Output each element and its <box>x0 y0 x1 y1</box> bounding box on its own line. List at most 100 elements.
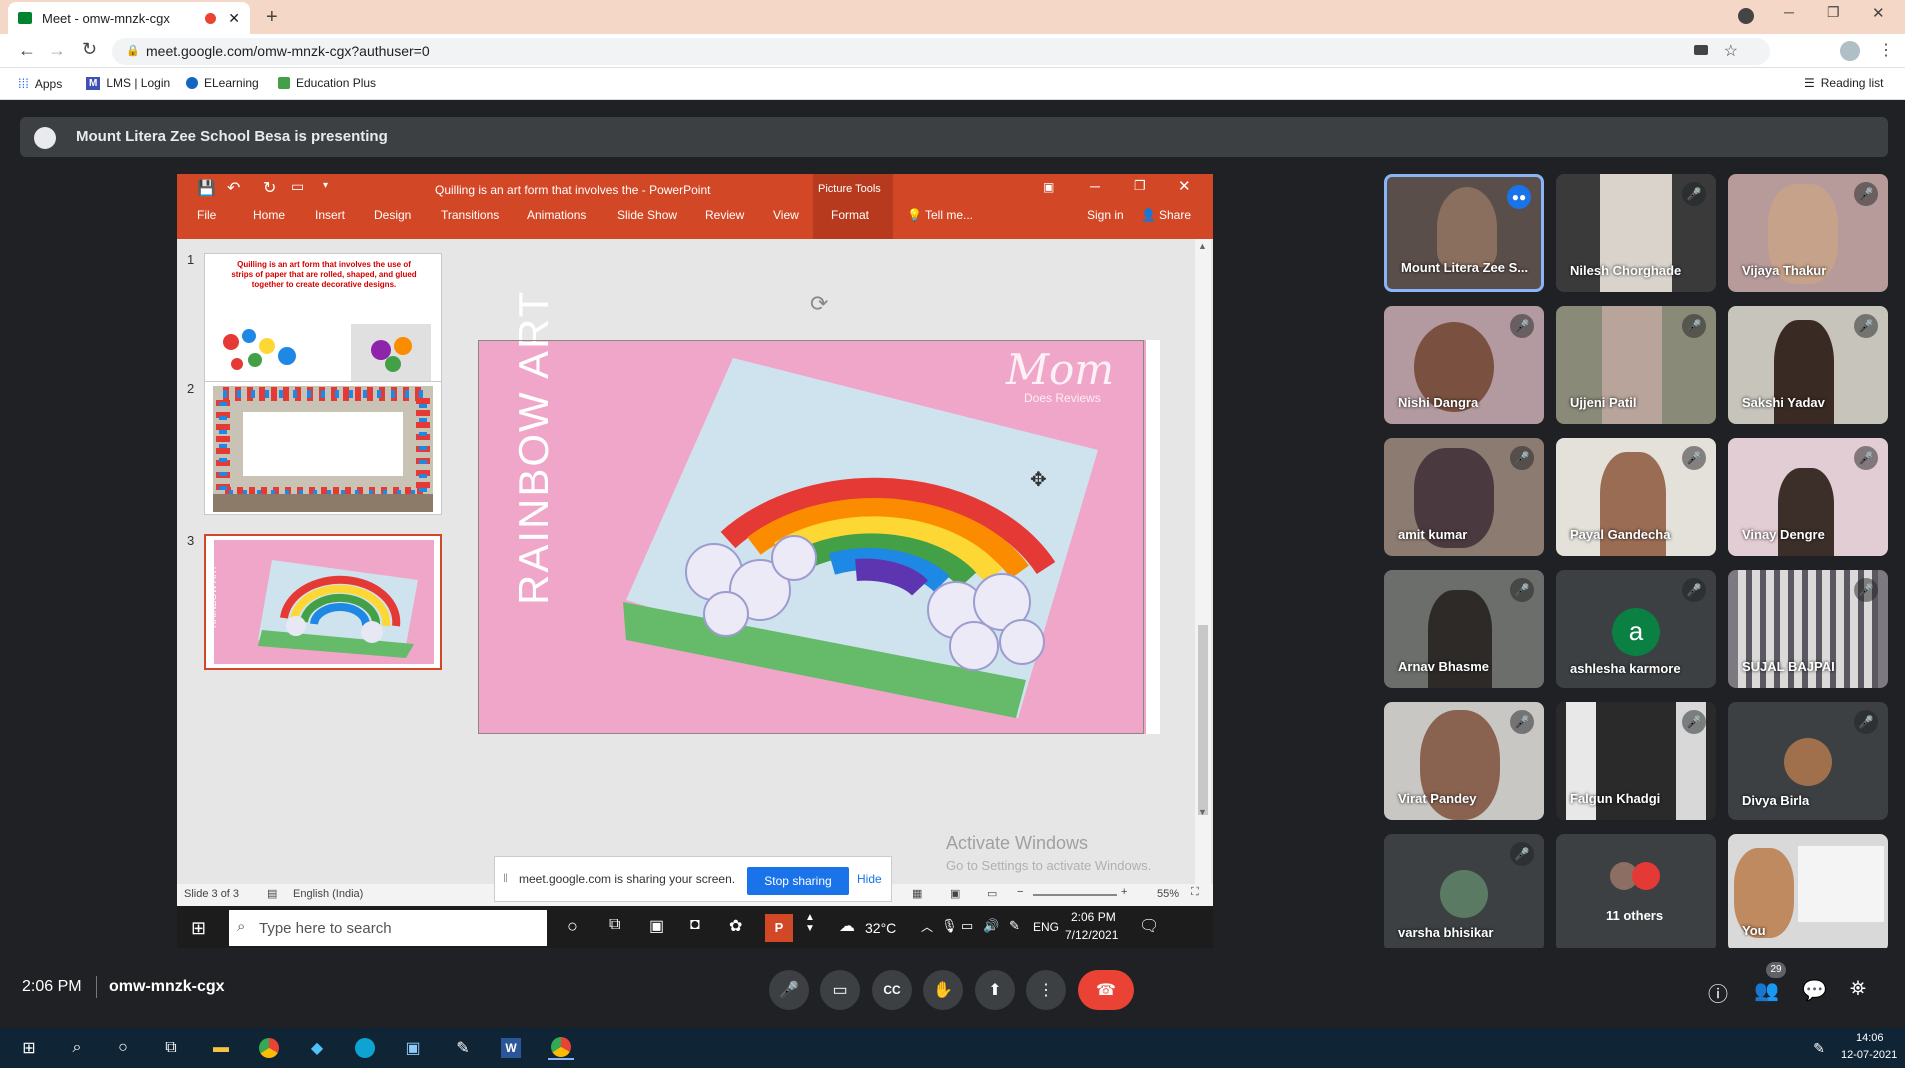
forward-icon[interactable]: → <box>48 40 66 61</box>
tab-design[interactable]: Design <box>374 208 411 222</box>
undo-icon[interactable]: ↶ <box>227 178 240 198</box>
zoom-in-icon[interactable]: + <box>1121 886 1127 898</box>
browser-tab[interactable]: Meet - omw-mnzk-cgx ✕ <box>8 2 250 34</box>
taskbar-time[interactable]: 2:06 PM <box>1071 910 1116 924</box>
camera-app-icon[interactable]: ◘ <box>690 916 700 934</box>
participant-tile[interactable]: 🎤 Nishi Dangra <box>1384 306 1544 424</box>
restore-window-button[interactable]: ❐ <box>1827 4 1840 21</box>
people-icon[interactable]: 👥 <box>1754 978 1779 1003</box>
tab-review[interactable]: Review <box>705 208 744 222</box>
participant-tile[interactable]: 🎤 Vijaya Thakur <box>1728 174 1888 292</box>
minimize-window-button[interactable]: ─ <box>1784 4 1794 20</box>
profile-avatar[interactable] <box>1840 41 1860 61</box>
tab-search-icon[interactable] <box>1738 8 1754 24</box>
notifications-icon[interactable]: 🗨 <box>1139 916 1159 936</box>
chat-icon[interactable]: 💬 <box>1802 978 1827 1003</box>
save-icon[interactable]: 💾 <box>197 179 216 197</box>
host-cortana-icon[interactable]: ○ <box>110 1036 136 1060</box>
microphone-button[interactable]: 🎤 <box>769 970 809 1010</box>
ribbon-display-icon[interactable]: ▣ <box>1043 180 1054 194</box>
tell-me-box[interactable]: Tell me... <box>925 208 973 222</box>
camera-button[interactable]: ▭ <box>820 970 860 1010</box>
stop-sharing-button[interactable]: Stop sharing <box>747 867 849 895</box>
sign-in-link[interactable]: Sign in <box>1087 208 1124 222</box>
others-tile[interactable]: 11 others <box>1556 834 1716 952</box>
cortana-icon[interactable]: ○ <box>567 916 578 937</box>
slideshow-view-icon[interactable]: ▭ <box>987 887 997 900</box>
reading-list-button[interactable]: ☰ Reading list <box>1804 76 1883 90</box>
status-language[interactable]: English (India) <box>293 888 363 900</box>
participant-tile[interactable]: 🎤 Ujjeni Patil <box>1556 306 1716 424</box>
ppt-minimize-button[interactable]: ─ <box>1090 178 1100 194</box>
zoom-slider[interactable] <box>1033 894 1117 896</box>
ppt-close-button[interactable]: ✕ <box>1178 177 1191 195</box>
meeting-details-icon[interactable]: ⓘ <box>1708 978 1728 1007</box>
host-start-icon[interactable]: ⊞ <box>16 1036 42 1060</box>
address-bar[interactable]: 🔒 meet.google.com/omw-mnzk-cgx?authuser=… <box>112 38 1770 65</box>
start-windows-icon[interactable]: ⊞ <box>191 918 206 939</box>
participant-tile[interactable]: ●● Mount Litera Zee S... <box>1384 174 1544 292</box>
powerpoint-taskbar-icon[interactable]: P <box>765 914 793 942</box>
back-icon[interactable]: ← <box>18 40 36 61</box>
tab-transitions[interactable]: Transitions <box>441 208 499 222</box>
edge-icon[interactable] <box>352 1036 378 1060</box>
tab-animations[interactable]: Animations <box>527 208 586 222</box>
app-icon-tools[interactable]: ✎ <box>450 1036 476 1060</box>
scroll-down-icon[interactable]: ▼ <box>1198 807 1207 817</box>
slide-thumbnail-2[interactable] <box>204 381 442 515</box>
pen-icon[interactable]: ✎ <box>1009 918 1020 934</box>
tab-view[interactable]: View <box>773 208 799 222</box>
participant-tile[interactable]: 🎤 Falgun Khadgi <box>1556 702 1716 820</box>
hide-button[interactable]: Hide <box>857 872 882 886</box>
app-icon-store[interactable]: ◆ <box>304 1036 330 1060</box>
spell-check-icon[interactable]: ▤ <box>267 887 277 900</box>
raise-hand-button[interactable]: ✋ <box>923 970 963 1010</box>
slide-thumbnail-1[interactable]: Quilling is an art form that involves th… <box>204 253 442 387</box>
zoom-out-icon[interactable]: − <box>1017 886 1023 898</box>
participant-tile[interactable]: 🎤 Sakshi Yadav <box>1728 306 1888 424</box>
bookmark-education-plus[interactable]: Education Plus <box>278 76 376 90</box>
bookmark-apps[interactable]: ⁞⁞⁞ Apps <box>18 76 62 91</box>
ppt-restore-button[interactable]: ❐ <box>1134 178 1146 194</box>
scroll-thumb[interactable] <box>1198 625 1208 815</box>
input-language[interactable]: ENG <box>1033 920 1059 934</box>
new-tab-button[interactable]: + <box>266 6 278 29</box>
reading-view-icon[interactable]: ▣ <box>950 887 960 900</box>
tab-format[interactable]: Format <box>831 208 869 222</box>
leave-call-button[interactable]: ☎ <box>1078 970 1134 1010</box>
rotate-handle-icon[interactable]: ⟳ <box>810 291 828 317</box>
chrome-active-icon[interactable] <box>548 1036 574 1060</box>
host-clock-time[interactable]: 14:06 <box>1856 1032 1884 1044</box>
menu-kebab-icon[interactable]: ⋮ <box>1878 40 1894 60</box>
scroll-up-icon[interactable]: ▲ <box>1198 241 1207 251</box>
task-view-icon[interactable]: ⧉ <box>609 916 620 934</box>
taskbar-scroll-icon[interactable]: ▲ ▼ <box>805 912 815 934</box>
host-task-view-icon[interactable]: ⧉ <box>158 1036 184 1060</box>
app-icon-1[interactable]: ▣ <box>649 916 664 936</box>
tab-insert[interactable]: Insert <box>315 208 345 222</box>
volume-icon[interactable]: 🔊 <box>983 918 999 934</box>
captions-button[interactable]: CC <box>872 970 912 1010</box>
tab-file[interactable]: File <box>197 208 216 222</box>
participant-tile[interactable]: 🎤 Payal Gandecha <box>1556 438 1716 556</box>
more-options-button[interactable]: ⋮ <box>1026 970 1066 1010</box>
file-explorer-icon[interactable]: ▬ <box>208 1036 234 1060</box>
host-clock-date[interactable]: 12-07-2021 <box>1841 1049 1897 1061</box>
participant-tile[interactable]: 🎤 varsha bhisikar <box>1384 834 1544 952</box>
slide-thumbnail-3-selected[interactable]: RAINBOW ART <box>204 534 442 670</box>
taskbar-search-box[interactable]: ⌕ Type here to search <box>229 910 547 946</box>
self-tile[interactable]: You <box>1728 834 1888 952</box>
participant-tile[interactable]: 🎤 Arnav Bhasme <box>1384 570 1544 688</box>
selection-handles[interactable] <box>478 340 1144 734</box>
participant-tile[interactable]: a 🎤 ashlesha karmore <box>1556 570 1716 688</box>
host-search-icon[interactable]: ⌕ <box>64 1036 90 1060</box>
participant-tile[interactable]: 🎤 Vinay Dengre <box>1728 438 1888 556</box>
drag-handle-icon[interactable]: ‖ <box>503 871 508 885</box>
zoom-level[interactable]: 55% <box>1157 888 1179 900</box>
participant-tile[interactable]: 🎤 SUJAL BAJPAI <box>1728 570 1888 688</box>
reload-icon[interactable]: ↻ <box>82 39 97 60</box>
tab-home[interactable]: Home <box>253 208 285 222</box>
chrome-icon[interactable] <box>256 1036 282 1060</box>
fit-slide-icon[interactable]: ⛶ <box>1191 886 1199 899</box>
start-from-beginning-icon[interactable]: ▭ <box>291 178 304 195</box>
